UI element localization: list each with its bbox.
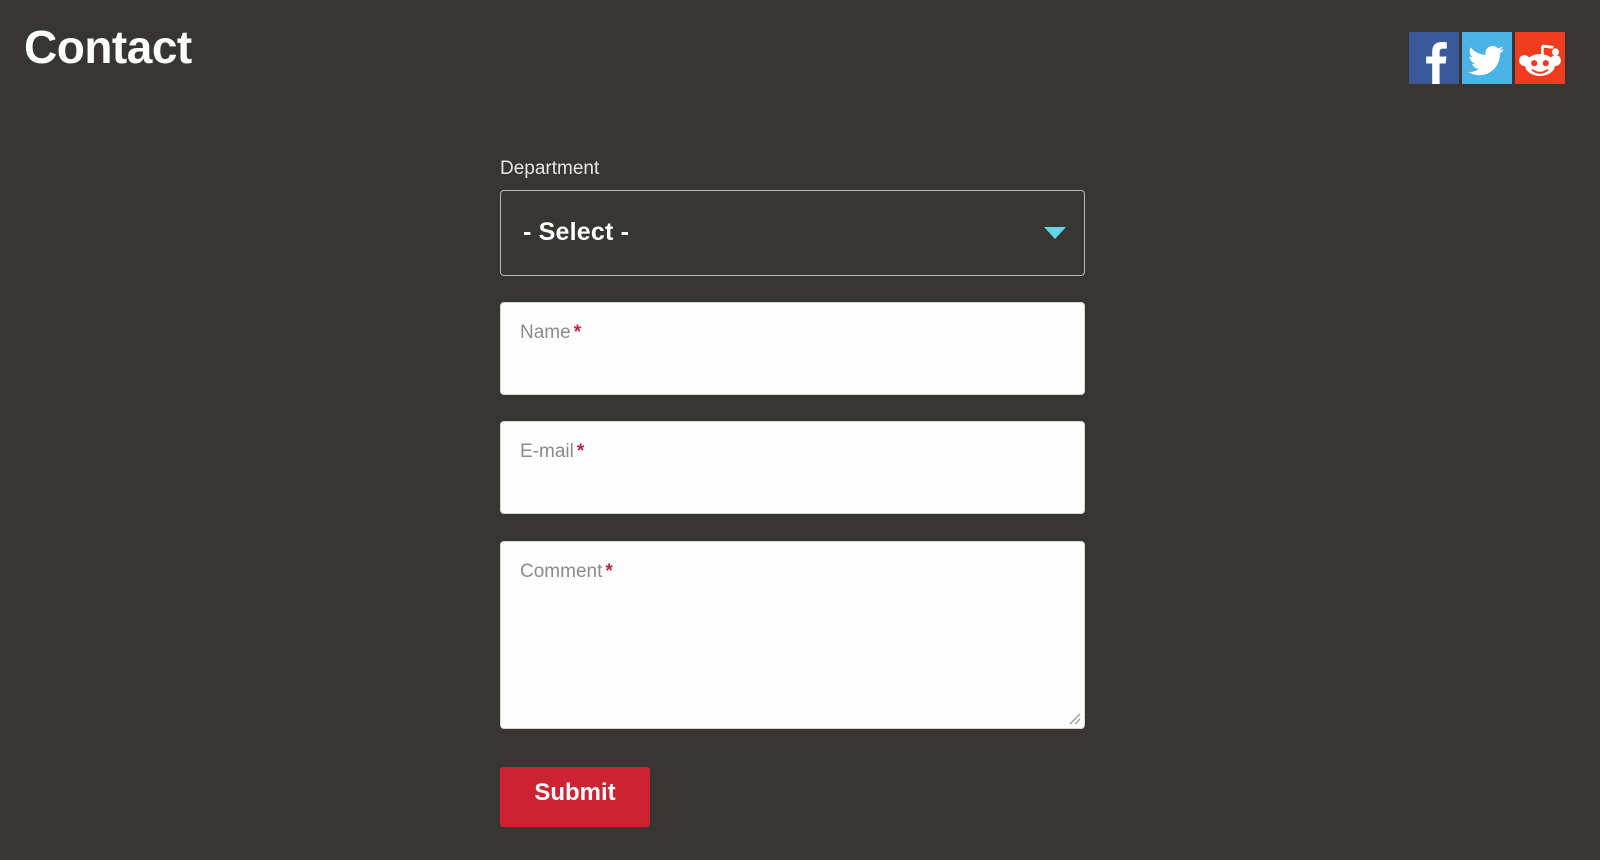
name-required-marker: * bbox=[573, 321, 582, 343]
resize-grip-icon bbox=[1069, 713, 1081, 725]
contact-form: Department - Select - Name * E-mail * Comm… bbox=[500, 158, 1085, 827]
facebook-icon bbox=[1409, 32, 1459, 84]
comment-field-placeholder: Comment * bbox=[520, 561, 613, 583]
social-links-bar bbox=[1409, 32, 1565, 84]
submit-button-label: Submit bbox=[534, 778, 616, 806]
contact-page: Contact Department - Select - Name * E-m… bbox=[0, 0, 1600, 860]
comment-field[interactable]: Comment * bbox=[500, 540, 1085, 729]
submit-button[interactable]: Submit bbox=[500, 766, 650, 827]
name-field[interactable]: Name * bbox=[500, 301, 1085, 395]
name-field-placeholder: Name * bbox=[520, 322, 581, 344]
department-select[interactable]: - Select - bbox=[500, 189, 1085, 276]
reddit-icon bbox=[1515, 32, 1565, 84]
email-field-placeholder: E-mail * bbox=[520, 441, 584, 463]
email-field-label: E-mail bbox=[520, 440, 574, 462]
social-link-reddit[interactable] bbox=[1515, 32, 1565, 84]
email-field[interactable]: E-mail * bbox=[500, 420, 1085, 514]
social-link-facebook[interactable] bbox=[1409, 32, 1459, 84]
page-title: Contact bbox=[24, 21, 192, 73]
social-link-twitter[interactable] bbox=[1462, 32, 1512, 84]
email-required-marker: * bbox=[576, 440, 585, 462]
department-label: Department bbox=[500, 158, 600, 179]
chevron-down-icon bbox=[1044, 226, 1066, 239]
name-field-label: Name bbox=[520, 321, 571, 343]
department-select-value: - Select - bbox=[523, 218, 630, 247]
twitter-icon bbox=[1462, 32, 1512, 84]
comment-required-marker: * bbox=[605, 560, 613, 582]
textarea-resize-handle[interactable] bbox=[1066, 710, 1082, 726]
comment-field-label: Comment bbox=[520, 560, 603, 582]
